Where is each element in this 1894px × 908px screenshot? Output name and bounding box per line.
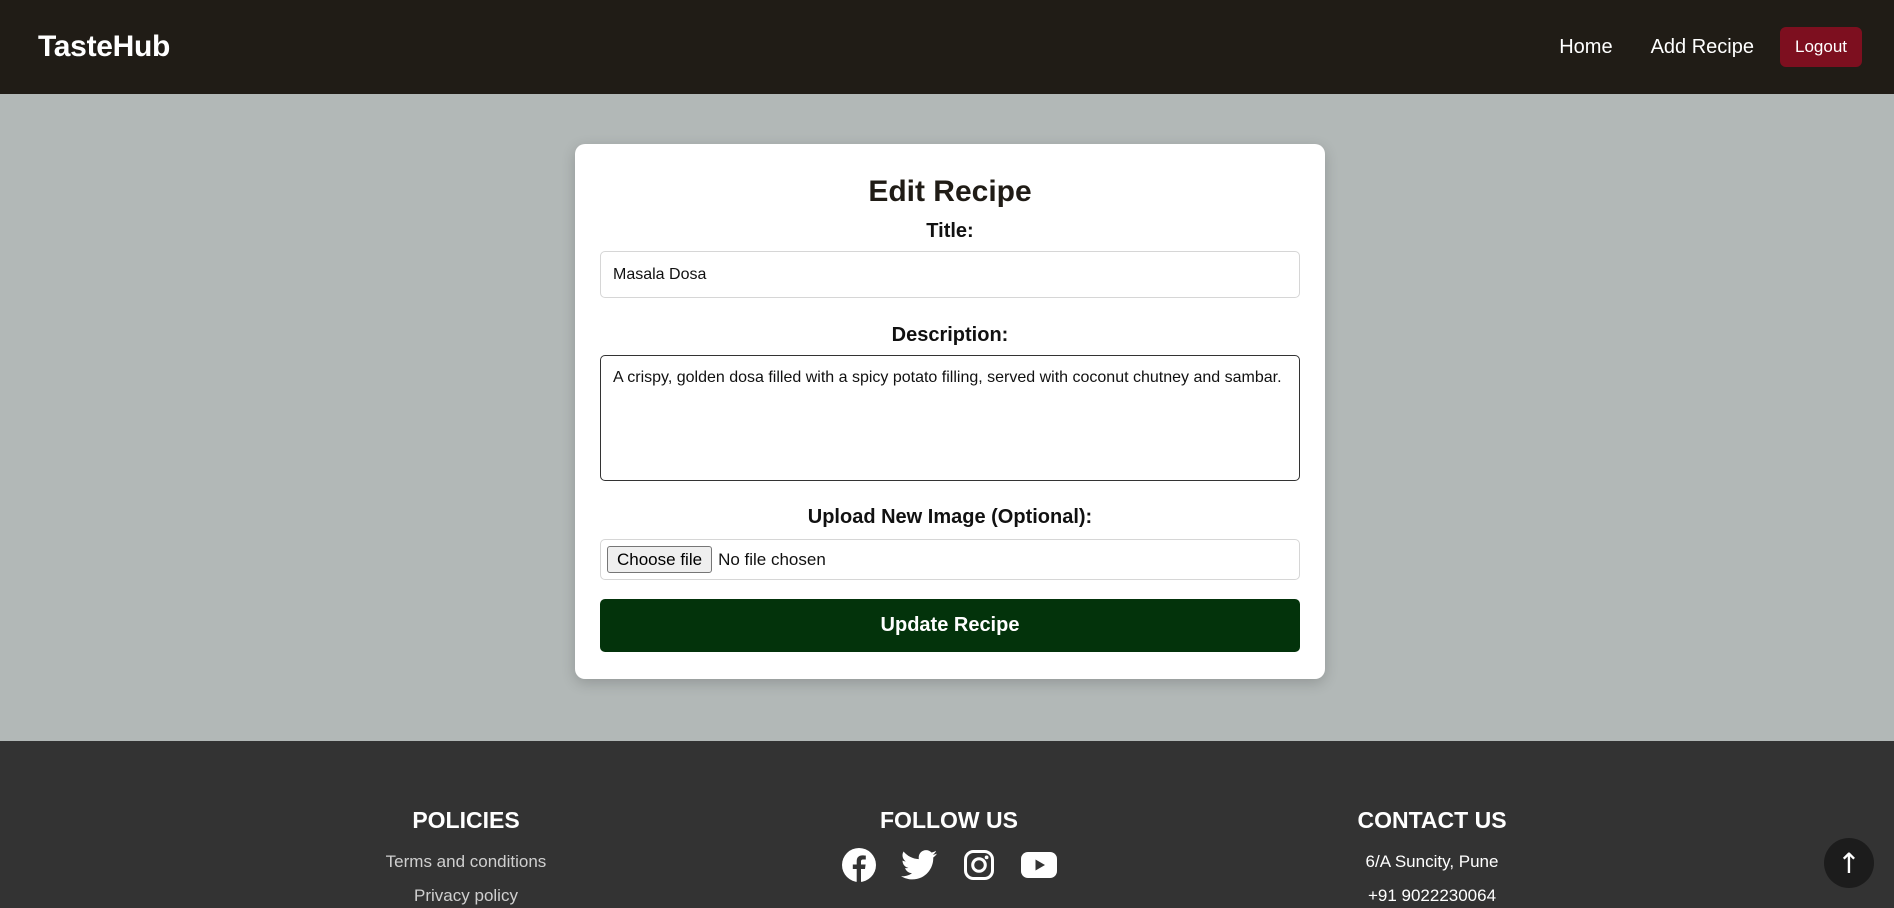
twitter-icon[interactable] [901, 847, 937, 883]
privacy-link[interactable]: Privacy policy [306, 886, 626, 906]
footer-contact: CONTACT US 6/A Suncity, Pune +91 9022230… [1272, 741, 1592, 906]
update-recipe-button[interactable]: Update Recipe [600, 599, 1300, 652]
footer-follow: FOLLOW US [789, 741, 1109, 883]
description-textarea[interactable]: A crispy, golden dosa filled with a spic… [600, 355, 1300, 481]
terms-link[interactable]: Terms and conditions [306, 852, 626, 872]
nav-links: Home Add Recipe Logout [1521, 27, 1862, 67]
edit-recipe-card: Edit Recipe Title: Description: A crispy… [575, 144, 1325, 679]
image-file-input[interactable]: Choose file No file chosen [600, 539, 1300, 580]
brand-logo[interactable]: TasteHub [38, 30, 170, 64]
title-input[interactable] [600, 251, 1300, 298]
footer: POLICIES Terms and conditions Privacy po… [0, 741, 1894, 908]
title-label: Title: [926, 220, 974, 242]
choose-file-button[interactable]: Choose file [607, 546, 713, 573]
logout-button[interactable]: Logout [1780, 27, 1862, 67]
upload-image-label: Upload New Image (Optional): [807, 506, 1093, 528]
scroll-to-top-button[interactable]: ↑ [1824, 838, 1874, 888]
footer-policies: POLICIES Terms and conditions Privacy po… [306, 741, 626, 906]
contact-heading: CONTACT US [1357, 807, 1507, 833]
follow-heading: FOLLOW US [880, 807, 1018, 833]
instagram-icon[interactable] [961, 847, 997, 883]
page-title: Edit Recipe [868, 175, 1032, 208]
file-status-text: No file chosen [718, 549, 826, 569]
nav-link-add-recipe[interactable]: Add Recipe [1651, 36, 1754, 59]
facebook-icon[interactable] [841, 847, 877, 883]
policies-heading: POLICIES [412, 807, 520, 833]
nav-link-home[interactable]: Home [1559, 36, 1612, 59]
description-label: Description: [891, 324, 1009, 346]
navbar: TasteHub Home Add Recipe Logout [0, 0, 1894, 94]
social-links [789, 847, 1109, 883]
youtube-icon[interactable] [1021, 847, 1057, 883]
contact-phone: +91 9022230064 [1367, 886, 1497, 905]
contact-address: 6/A Suncity, Pune [1365, 852, 1499, 871]
